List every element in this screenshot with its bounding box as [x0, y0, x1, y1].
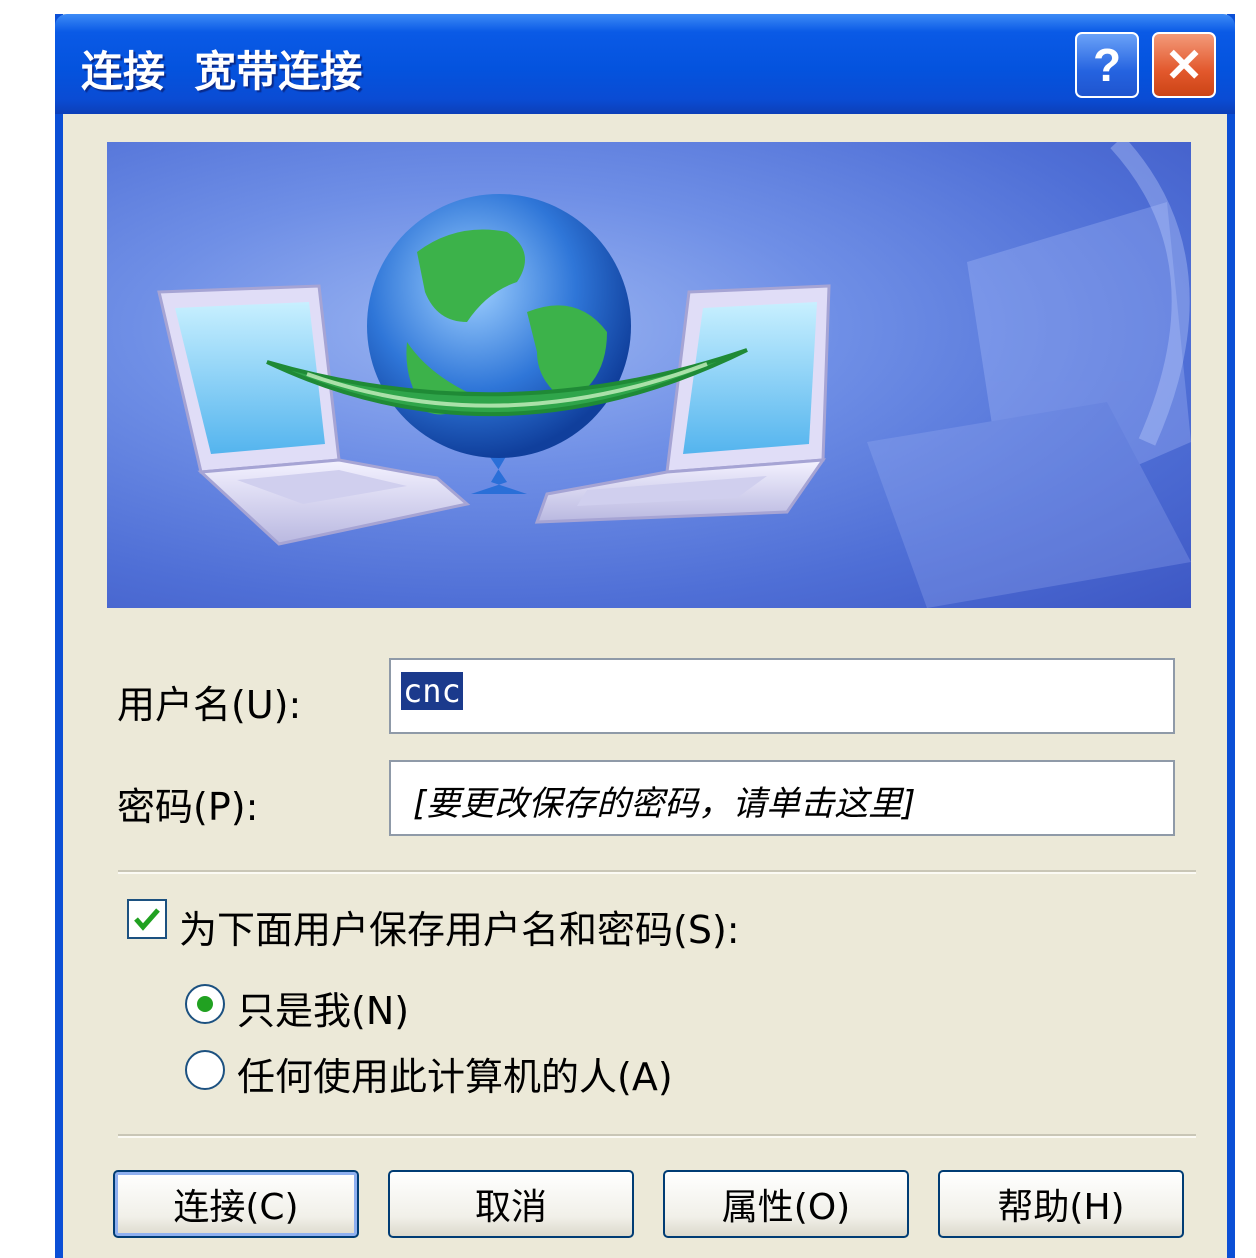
close-icon: ✕ [1164, 39, 1204, 91]
username-label: 用户名(U): [117, 683, 302, 727]
background-laptop [867, 202, 1191, 608]
password-hint: [要更改保存的密码，请单击这里] [413, 784, 916, 824]
connect-button[interactable]: 连接(C) [113, 1170, 359, 1238]
radio-anyone-label: 任何使用此计算机的人(A) [237, 1055, 673, 1099]
radio-anyone[interactable] [185, 1050, 225, 1090]
properties-button[interactable]: 属性(O) [663, 1170, 909, 1238]
connect-dialog: 连接 宽带连接 ? ✕ 用户名(U): cnc 密码(P): [要更改保存的密码… [55, 14, 1235, 1258]
cancel-button[interactable]: 取消 [388, 1170, 634, 1238]
separator-top [118, 870, 1196, 874]
title-bar[interactable]: 连接 宽带连接 ? ✕ [55, 14, 1235, 114]
radio-only-me[interactable] [185, 984, 225, 1024]
username-value: cnc [401, 672, 463, 710]
network-globe-illustration [157, 142, 1191, 608]
username-field[interactable]: cnc [389, 658, 1175, 734]
globe [367, 194, 631, 458]
separator-bottom [118, 1134, 1196, 1138]
save-credentials-checkbox[interactable] [127, 899, 167, 939]
close-button[interactable]: ✕ [1152, 32, 1216, 98]
window-title: 连接 宽带连接 [81, 47, 363, 96]
radio-only-me-label: 只是我(N) [237, 989, 410, 1033]
password-label: 密码(P): [117, 785, 259, 829]
checkmark-icon [134, 908, 160, 931]
help-icon: ? [1092, 39, 1122, 91]
help-button[interactable]: ? [1075, 32, 1139, 98]
password-field[interactable]: [要更改保存的密码，请单击这里] [389, 760, 1175, 836]
radio-selected-dot [197, 996, 213, 1012]
help-dialog-button[interactable]: 帮助(H) [938, 1170, 1184, 1238]
network-banner [107, 142, 1191, 608]
save-credentials-label: 为下面用户保存用户名和密码(S): [179, 908, 740, 952]
